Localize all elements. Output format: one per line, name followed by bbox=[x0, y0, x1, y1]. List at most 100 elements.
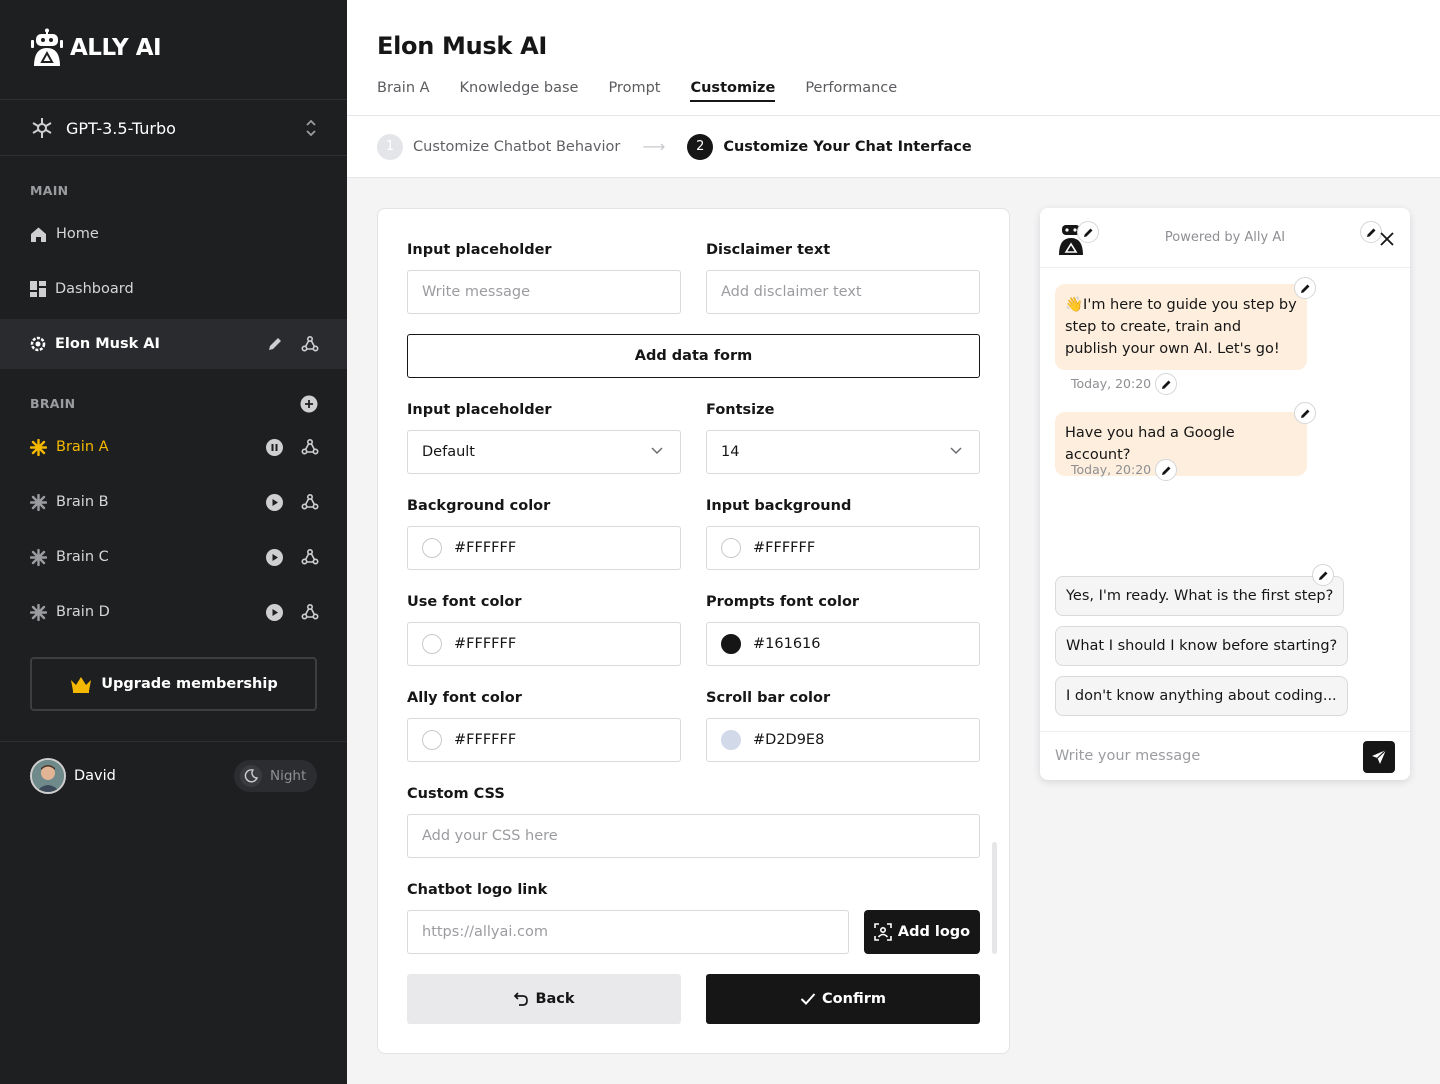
sidebar-item-label: Elon Musk AI bbox=[55, 336, 160, 352]
sidebar-item-brain-a[interactable]: Brain A bbox=[0, 422, 347, 472]
edit-message-button[interactable] bbox=[1294, 402, 1316, 424]
input-placeholder-select[interactable]: Default bbox=[407, 430, 681, 474]
tab-customize[interactable]: Customize bbox=[690, 80, 775, 116]
model-name: GPT-3.5-Turbo bbox=[66, 118, 176, 138]
disclaimer-label: Disclaimer text bbox=[706, 242, 831, 258]
close-icon[interactable] bbox=[1380, 232, 1394, 246]
edit-time-button[interactable] bbox=[1155, 459, 1177, 481]
divider bbox=[0, 99, 347, 100]
suggested-prompt[interactable]: I don't know anything about coding... bbox=[1055, 676, 1348, 716]
input-background-field[interactable]: #FFFFFF bbox=[706, 526, 980, 570]
share-icon[interactable] bbox=[301, 493, 319, 511]
sidebar: ALLY AI GPT-3.5-Turbo MAIN Home Dashboar… bbox=[0, 0, 347, 1084]
sidebar-item-brain-d[interactable]: Brain D bbox=[0, 587, 347, 637]
color-swatch[interactable] bbox=[721, 634, 741, 654]
edit-icon[interactable] bbox=[267, 336, 283, 352]
user-profile[interactable]: David bbox=[30, 758, 116, 794]
fontsize-select[interactable]: 14 bbox=[706, 430, 980, 474]
sidebar-item-brain-c[interactable]: Brain C bbox=[0, 532, 347, 582]
edit-suggestions-button[interactable] bbox=[1312, 564, 1334, 586]
logo-link-label: Chatbot logo link bbox=[407, 882, 548, 898]
suggested-prompt[interactable]: What I should I know before starting? bbox=[1055, 626, 1349, 666]
color-swatch[interactable] bbox=[721, 730, 741, 750]
night-label: Night bbox=[270, 768, 307, 784]
confirm-button[interactable]: Confirm bbox=[706, 974, 980, 1024]
chat-input-bar: Write your message bbox=[1040, 731, 1410, 780]
customize-form: Input placeholder Disclaimer text Write … bbox=[377, 208, 1010, 1054]
sidebar-item-home[interactable]: Home bbox=[0, 209, 347, 259]
tab-prompt[interactable]: Prompt bbox=[608, 80, 660, 116]
pencil-icon bbox=[1300, 409, 1309, 418]
custom-css-field[interactable]: Add your CSS here bbox=[407, 814, 980, 858]
use-font-color-field[interactable]: #FFFFFF bbox=[407, 622, 681, 666]
chevron-down-icon bbox=[950, 447, 962, 455]
sidebar-item-elon-musk-ai[interactable]: Elon Musk AI bbox=[0, 319, 347, 369]
crown-icon bbox=[71, 677, 92, 693]
divider bbox=[0, 741, 347, 742]
step-1-label[interactable]: Customize Chatbot Behavior bbox=[413, 139, 620, 155]
input-background-label: Input background bbox=[706, 498, 852, 514]
night-mode-toggle[interactable]: Night bbox=[234, 760, 317, 792]
sidebar-item-label: Brain A bbox=[56, 439, 109, 455]
scroll-bar-color-field[interactable]: #D2D9E8 bbox=[706, 718, 980, 762]
page-header: Elon Musk AI Brain A Knowledge base Prom… bbox=[347, 0, 1440, 116]
edit-time-button[interactable] bbox=[1155, 373, 1177, 395]
chat-message-input[interactable]: Write your message bbox=[1055, 748, 1200, 764]
robot-logo-icon bbox=[31, 28, 63, 66]
brand-name: ALLY AI bbox=[70, 35, 162, 61]
input-placeholder-field[interactable]: Write message bbox=[407, 270, 681, 314]
powered-by-text: Powered by Ally AI bbox=[1164, 230, 1286, 245]
section-brain-label: BRAIN bbox=[30, 396, 76, 411]
brain-icon bbox=[30, 493, 47, 511]
color-swatch[interactable] bbox=[422, 730, 442, 750]
tab-performance[interactable]: Performance bbox=[805, 80, 897, 116]
color-swatch[interactable] bbox=[721, 538, 741, 558]
pencil-icon bbox=[1366, 228, 1375, 237]
avatar bbox=[30, 758, 66, 794]
form-scrollbar[interactable] bbox=[992, 842, 997, 954]
sidebar-item-brain-b[interactable]: Brain B bbox=[0, 477, 347, 527]
prompts-font-color-field[interactable]: #161616 bbox=[706, 622, 980, 666]
ally-font-color-field[interactable]: #FFFFFF bbox=[407, 718, 681, 762]
pause-icon[interactable] bbox=[266, 438, 283, 456]
step-2-label[interactable]: Customize Your Chat Interface bbox=[723, 139, 971, 155]
share-icon[interactable] bbox=[301, 438, 319, 456]
edit-message-button[interactable] bbox=[1294, 277, 1316, 299]
add-logo-button[interactable]: Add logo bbox=[864, 910, 980, 954]
color-swatch[interactable] bbox=[422, 634, 442, 654]
send-button[interactable] bbox=[1363, 741, 1395, 773]
gear-icon bbox=[30, 336, 46, 352]
play-icon[interactable] bbox=[266, 603, 283, 621]
share-icon[interactable] bbox=[301, 548, 319, 566]
add-brain-icon[interactable] bbox=[300, 395, 318, 413]
chat-header: Powered by Ally AI bbox=[1040, 208, 1410, 268]
tab-knowledge-base[interactable]: Knowledge base bbox=[460, 80, 579, 116]
tab-brain-a[interactable]: Brain A bbox=[377, 80, 430, 116]
color-swatch[interactable] bbox=[422, 538, 442, 558]
step-2-number[interactable]: 2 bbox=[687, 133, 714, 160]
step-1-number[interactable]: 1 bbox=[377, 133, 403, 160]
edit-header-button[interactable] bbox=[1360, 221, 1382, 243]
logo[interactable]: ALLY AI bbox=[30, 28, 162, 68]
sidebar-item-label: Home bbox=[56, 226, 99, 242]
model-selector[interactable]: GPT-3.5-Turbo bbox=[30, 114, 318, 142]
logo-link-field[interactable]: https://allyai.com bbox=[407, 910, 849, 954]
share-icon[interactable] bbox=[301, 603, 319, 621]
pencil-icon bbox=[1300, 284, 1309, 293]
background-color-field[interactable]: #FFFFFF bbox=[407, 526, 681, 570]
background-color-label: Background color bbox=[407, 498, 551, 514]
add-data-form-button[interactable]: Add data form bbox=[407, 334, 980, 378]
disclaimer-field[interactable]: Add disclaimer text bbox=[706, 270, 980, 314]
message-time: Today, 20:20 bbox=[1071, 376, 1152, 391]
play-icon[interactable] bbox=[266, 493, 283, 511]
upgrade-membership-button[interactable]: Upgrade membership bbox=[30, 657, 317, 711]
bot-message: 👋I'm here to guide you step by step to c… bbox=[1055, 284, 1307, 370]
play-icon[interactable] bbox=[266, 548, 283, 566]
suggested-prompt[interactable]: Yes, I'm ready. What is the first step? bbox=[1055, 576, 1345, 616]
share-icon[interactable] bbox=[301, 335, 319, 353]
select-value: 14 bbox=[721, 444, 740, 460]
check-icon bbox=[800, 993, 816, 1005]
sidebar-item-dashboard[interactable]: Dashboard bbox=[0, 264, 347, 314]
upgrade-label: Upgrade membership bbox=[101, 676, 278, 692]
back-button[interactable]: Back bbox=[407, 974, 681, 1024]
